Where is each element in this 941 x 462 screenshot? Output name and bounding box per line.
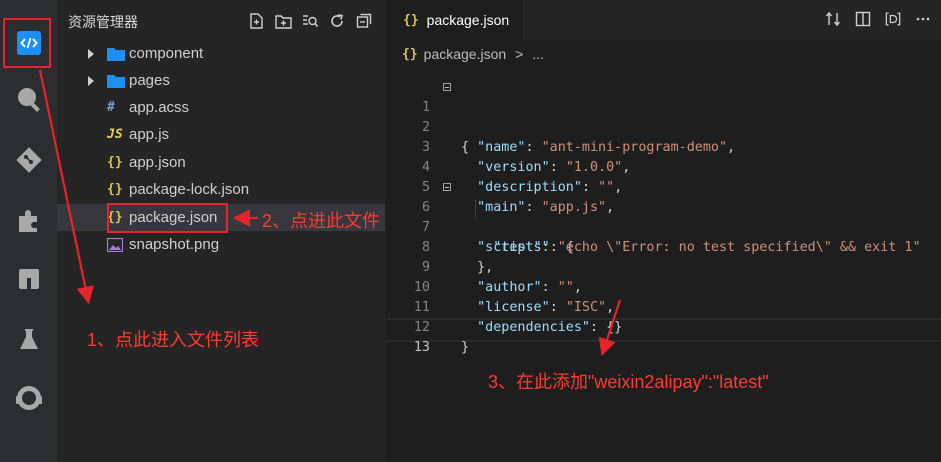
arrow-step1 (38, 69, 94, 305)
arrow-step3 (598, 299, 622, 357)
annotation-step1: 1、点此进入文件列表 (87, 330, 260, 350)
annotation-arrows (38, 69, 622, 357)
annotation-step2: 2、点进此文件 (262, 211, 381, 231)
annotation-step3: 3、在此添加"weixin2alipay":"latest" (488, 372, 769, 392)
